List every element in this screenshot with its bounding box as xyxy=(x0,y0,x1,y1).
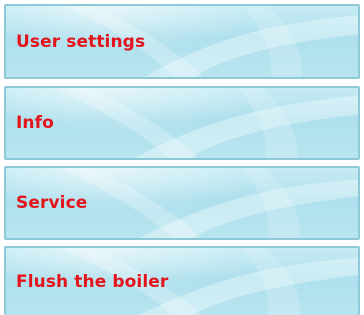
menu-item-label: Flush the boiler xyxy=(16,271,169,292)
menu-item-label: Info xyxy=(16,113,54,133)
menu-item-user-settings[interactable]: User settings xyxy=(4,4,360,79)
menu-item-label: Service xyxy=(16,193,88,213)
menu-item-service[interactable]: Service xyxy=(4,166,360,240)
tile-background-swoosh xyxy=(55,88,358,158)
menu-item-flush-the-boiler[interactable]: Flush the boiler xyxy=(4,246,360,315)
menu-item-info[interactable]: Info xyxy=(4,86,360,160)
settings-menu: User settings Info Service Flush the boi… xyxy=(0,0,364,315)
menu-item-label: User settings xyxy=(16,31,146,52)
